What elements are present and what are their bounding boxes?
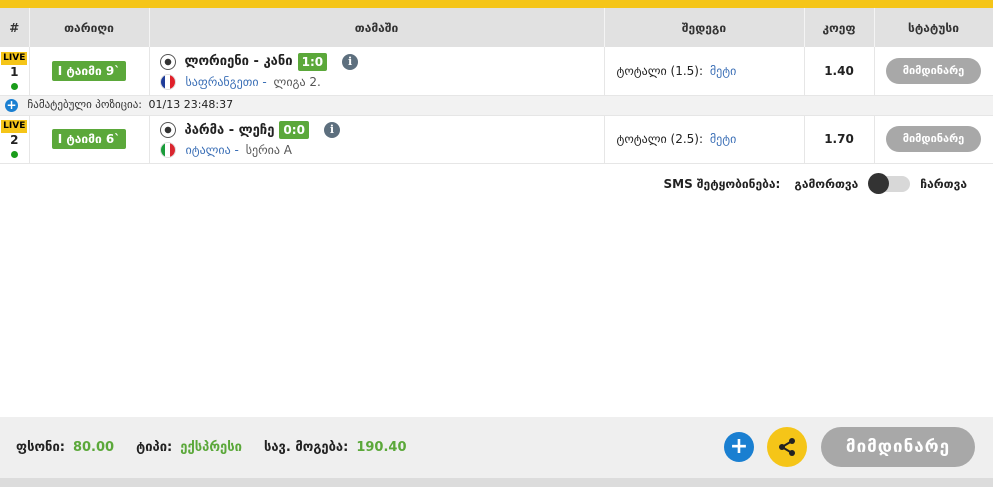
- header-date: თარიღი: [29, 8, 150, 47]
- soccer-ball-icon: [159, 122, 176, 138]
- stake-label: ფსონი:: [16, 440, 65, 455]
- fixation-cell: + ჩამატებული პოზიცია: 01/13 23:48:37: [0, 95, 993, 116]
- table-row: LIVE 1 I ტაიმი 9` ლორიენი - კანი 1:0 i ს…: [0, 47, 993, 96]
- fixation-time: 01/13 23:48:37: [148, 98, 234, 112]
- row-number: 1: [10, 64, 19, 79]
- header-status: სტატუსი: [874, 8, 993, 47]
- live-dot-icon: [10, 151, 18, 158]
- live-badge: LIVE: [1, 120, 28, 133]
- france-flag-icon: [159, 73, 176, 90]
- bet-summary-footer: ფსონი: 80.00 ტიპი: ექსპრესი სავ. მოგება:…: [0, 417, 993, 478]
- row-date-cell: I ტაიმი 6`: [29, 115, 150, 164]
- status-button[interactable]: მიმდინარე: [886, 126, 981, 152]
- row-market-cell: ტოტალი (1.5): მეტი: [604, 47, 805, 96]
- market-type: ტოტალი (2.5):: [616, 132, 704, 146]
- match-teams[interactable]: პარმა - ლეჩე: [185, 123, 275, 138]
- market-pick: მეტი: [709, 132, 737, 146]
- row-game-cell: პარმა - ლეჩე 0:0 i იტალია - სერია A: [149, 115, 605, 164]
- row-date-cell: I ტაიმი 9`: [29, 47, 150, 96]
- status-button[interactable]: მიმდინარე: [886, 57, 981, 84]
- league-country[interactable]: იტალია: [186, 143, 231, 157]
- league-separator: -: [230, 143, 243, 157]
- bets-table: # თარიღი თამაში შედეგი კოეფ სტატუსი LIVE…: [0, 8, 993, 164]
- bet-type-value: ექსპრესი: [180, 440, 242, 455]
- row-index-cell: LIVE 1: [0, 47, 30, 96]
- footer-bottom-strip: [0, 478, 993, 487]
- league-name: ლიგა 2.: [273, 74, 321, 89]
- row-odd-cell: 1.40: [804, 47, 875, 96]
- row-index-cell: LIVE 2: [0, 115, 30, 164]
- table-header-row: # თარიღი თამაში შედეგი კოეფ სტატუსი: [0, 8, 993, 47]
- possible-win-label: სავ. მოგება:: [263, 440, 349, 455]
- expand-plus-icon[interactable]: +: [5, 98, 18, 112]
- league-name: სერია A: [245, 143, 292, 157]
- bet-status-button[interactable]: მიმდინარე: [821, 427, 975, 467]
- sms-notification-control: SMS შეტყობინება: გამორთვა ჩართვა: [663, 173, 967, 194]
- fixation-row: + ჩამატებული პოზიცია: 01/13 23:48:37: [0, 95, 993, 116]
- match-score: 0:0: [279, 121, 309, 139]
- market-type: ტოტალი (1.5):: [616, 63, 704, 78]
- header-index: #: [0, 8, 30, 47]
- stake-value: 80.00: [72, 440, 115, 455]
- league-country[interactable]: საფრანგეთი: [186, 75, 259, 89]
- sms-off-label[interactable]: გამორთვა: [794, 177, 858, 191]
- bet-type-label: ტიპი:: [136, 440, 173, 455]
- info-icon[interactable]: i: [323, 122, 340, 138]
- possible-win-value: 190.40: [356, 440, 407, 455]
- match-time-badge: I ტაიმი 9`: [51, 60, 127, 81]
- league-separator: -: [258, 74, 271, 89]
- header-game: თამაში: [149, 8, 605, 47]
- row-number: 2: [10, 133, 19, 147]
- toggle-knob: [868, 173, 890, 194]
- fixation-label: ჩამატებული პოზიცია:: [27, 98, 143, 112]
- live-dot-icon: [10, 82, 18, 90]
- share-icon: [779, 438, 795, 456]
- soccer-ball-icon: [159, 53, 176, 70]
- live-badge: LIVE: [1, 51, 28, 65]
- match-score: 1:0: [297, 52, 328, 71]
- sms-toggle[interactable]: [868, 173, 911, 194]
- match-teams[interactable]: ლორიენი - კანი: [185, 54, 293, 69]
- plus-icon: +: [729, 434, 749, 459]
- row-market-cell: ტოტალი (2.5): მეტი: [604, 115, 805, 164]
- add-button[interactable]: +: [724, 432, 754, 462]
- table-row: LIVE 2 I ტაიმი 6` პარმა - ლეჩე 0:0 i იტა…: [0, 115, 993, 164]
- sms-label: SMS შეტყობინება:: [663, 177, 781, 191]
- market-pick: მეტი: [709, 63, 737, 78]
- sms-on-label[interactable]: ჩართვა: [920, 177, 967, 191]
- info-icon[interactable]: i: [342, 53, 359, 70]
- header-odd: კოეფ: [804, 8, 875, 47]
- match-time-badge: I ტაიმი 6`: [51, 129, 127, 149]
- row-game-cell: ლორიენი - კანი 1:0 i საფრანგეთი - ლიგა 2…: [149, 47, 605, 96]
- italy-flag-icon: [159, 142, 176, 158]
- row-status-cell: მიმდინარე: [874, 115, 993, 164]
- row-odd-cell: 1.70: [804, 115, 875, 164]
- row-status-cell: მიმდინარე: [874, 47, 993, 96]
- top-accent-bar: [0, 0, 993, 8]
- share-button[interactable]: [767, 427, 807, 467]
- header-market: შედეგი: [604, 8, 805, 47]
